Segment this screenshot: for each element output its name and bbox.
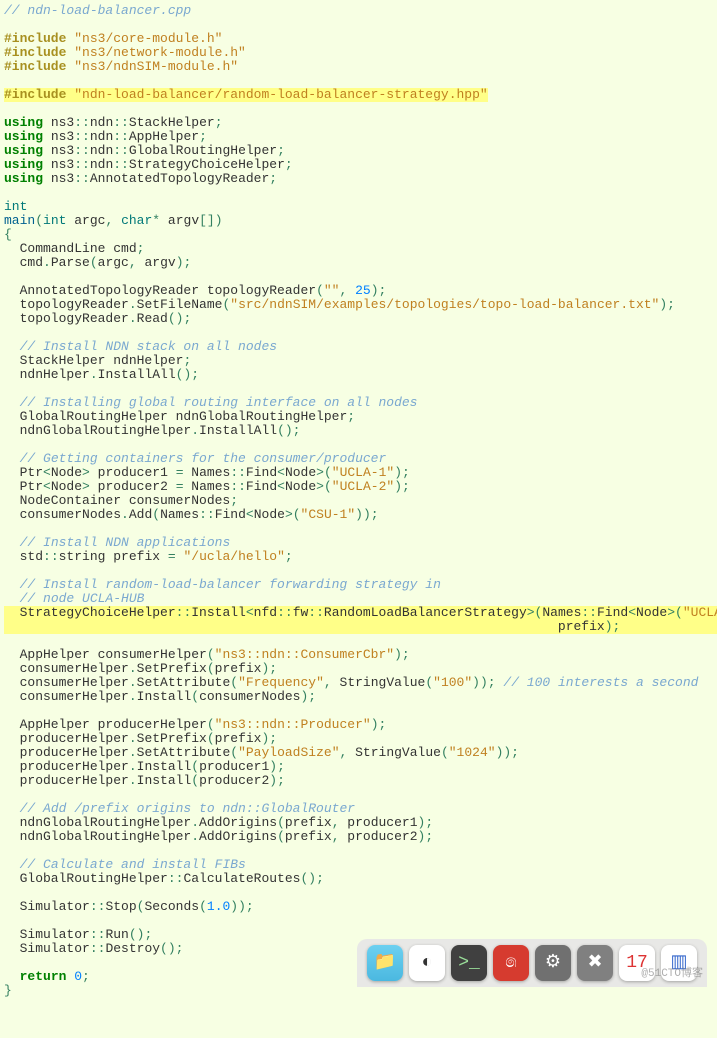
code-block: // ndn-load-balancer.cpp #include "ns3/c… <box>0 0 717 1038</box>
dock-chrome-icon[interactable]: ◐ <box>409 945 445 981</box>
dock-tools-icon[interactable]: ✖ <box>577 945 613 981</box>
dock-settings-icon[interactable]: ⚙ <box>535 945 571 981</box>
watermark: @51CTO博客 <box>641 967 703 981</box>
dock-terminal-icon[interactable]: >_ <box>451 945 487 981</box>
dock-netease-icon[interactable]: ෧ <box>493 945 529 981</box>
dock-files-icon[interactable]: 📁 <box>367 945 403 981</box>
